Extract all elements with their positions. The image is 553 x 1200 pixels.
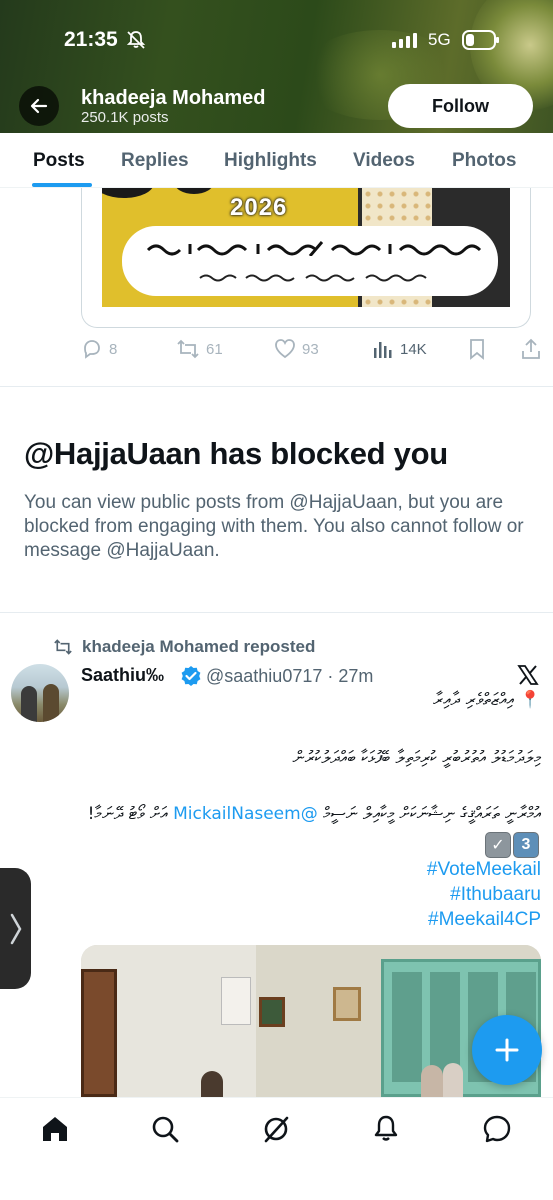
reply-count: 8 [109,340,118,358]
heart-icon [275,339,295,359]
emoji-row: ✓ 3 [485,832,539,858]
back-button[interactable] [19,86,59,126]
tweet-text-segment: އަށް ވޯޓު ދޭނަމާ! [87,804,174,824]
repost-count: 61 [206,340,223,358]
reply-action[interactable]: 8 [81,338,117,360]
check-box-emoji: ✓ [485,832,511,858]
messages-icon[interactable] [482,1114,512,1144]
hashtag-link[interactable]: #Ithubaaru [450,884,541,906]
blocked-description: You can view public posts from @HajjaUaa… [24,492,524,561]
battery-icon [462,30,499,50]
bookmark-button[interactable] [467,338,487,360]
side-drawer-handle[interactable] [0,868,31,989]
like-count: 93 [302,340,319,358]
profile-name: khadeeja Mohamed [81,87,266,109]
banner-script-line [146,241,482,256]
tab-posts[interactable]: Posts [33,150,85,172]
x-logo-icon [517,665,539,685]
post-media-card[interactable]: 2026 [81,188,531,328]
active-tab-indicator [32,183,92,187]
bookmark-icon [470,339,484,360]
profile-header: 21:35 5G khadeeja Mohamed 250.1K posts F… [0,0,553,133]
repost-icon [54,639,72,655]
divider [0,386,553,387]
like-action[interactable]: 93 [274,338,319,360]
avatar[interactable] [11,664,69,722]
signal-icon [392,33,417,48]
share-button[interactable] [520,338,542,360]
verified-badge-icon [181,666,201,686]
share-icon [522,338,540,359]
follow-button[interactable]: Follow [388,84,533,128]
views-count: 14K [400,340,427,358]
grok-icon[interactable] [261,1114,291,1144]
tweet-text-line: އުމްރާނީ ތަރައްޤީގެ ނިޝާނަކަށް މީކާއިލް … [88,804,541,824]
arrow-left-icon [30,98,48,114]
hashtag-link[interactable]: #VoteMeekail [427,859,541,881]
divider [0,612,553,613]
tab-videos[interactable]: Videos [353,150,415,172]
repost-action[interactable]: 61 [176,338,223,360]
tweet-text-segment: އުމްރާނީ ތަރައްޤީގެ ނިޝާނަކަށް މީކާއިލް … [317,804,541,824]
home-icon[interactable] [40,1114,70,1144]
author-handle[interactable]: @saathiu0717 · 27m [206,666,373,687]
compose-button[interactable] [472,1015,542,1085]
posts-count: 250.1K posts [81,109,169,126]
tab-replies[interactable]: Replies [121,150,189,172]
status-time: 21:35 [64,28,118,51]
bottom-nav [0,1097,553,1200]
repost-icon [177,339,199,359]
network-type: 5G [428,30,451,49]
banner-decoration [174,188,214,194]
chevron-right-icon [10,913,21,944]
banner-decoration [102,188,154,198]
blocked-title: @HajjaUaan has blocked you [24,436,448,471]
banner-script-line [199,274,427,282]
search-icon[interactable] [150,1114,180,1144]
reply-icon [84,340,100,359]
banner-year: 2026 [230,194,288,221]
tab-highlights[interactable]: Highlights [224,150,317,172]
views-chart-icon [374,342,392,358]
tweet-text-line: 📍 އިއްޒަތްވެރި ދާއިރާ [433,690,541,710]
banner-text-pill [122,226,498,296]
notifications-bell-icon[interactable] [371,1114,401,1144]
campaign-banner-image[interactable]: 2026 [102,188,510,307]
post-actions: 8 61 93 14K [81,338,541,366]
bell-muted-icon [126,31,146,49]
plus-icon [495,1038,519,1062]
profile-tabs: Posts Replies Highlights Videos Photos [0,133,553,188]
mention-link[interactable]: @MickailNaseem [173,804,318,824]
reposted-by-label: khadeeja Mohamed reposted [82,637,316,656]
author-name[interactable]: Saathiu‰ [81,665,164,686]
repost-indicator[interactable]: khadeeja Mohamed reposted [53,637,315,657]
keycap-3-emoji: 3 [513,832,539,858]
tab-photos[interactable]: Photos [452,150,516,172]
tweet-text-line: މިލަދުމަޑުލު އުތުރުބުރީ ކުރިމަތިލާ ބޭފުޅ… [292,748,541,768]
tweet-photo[interactable] [81,945,541,1097]
hashtag-link[interactable]: #Meekail4CP [428,909,541,931]
views-action[interactable]: 14K [372,338,427,360]
